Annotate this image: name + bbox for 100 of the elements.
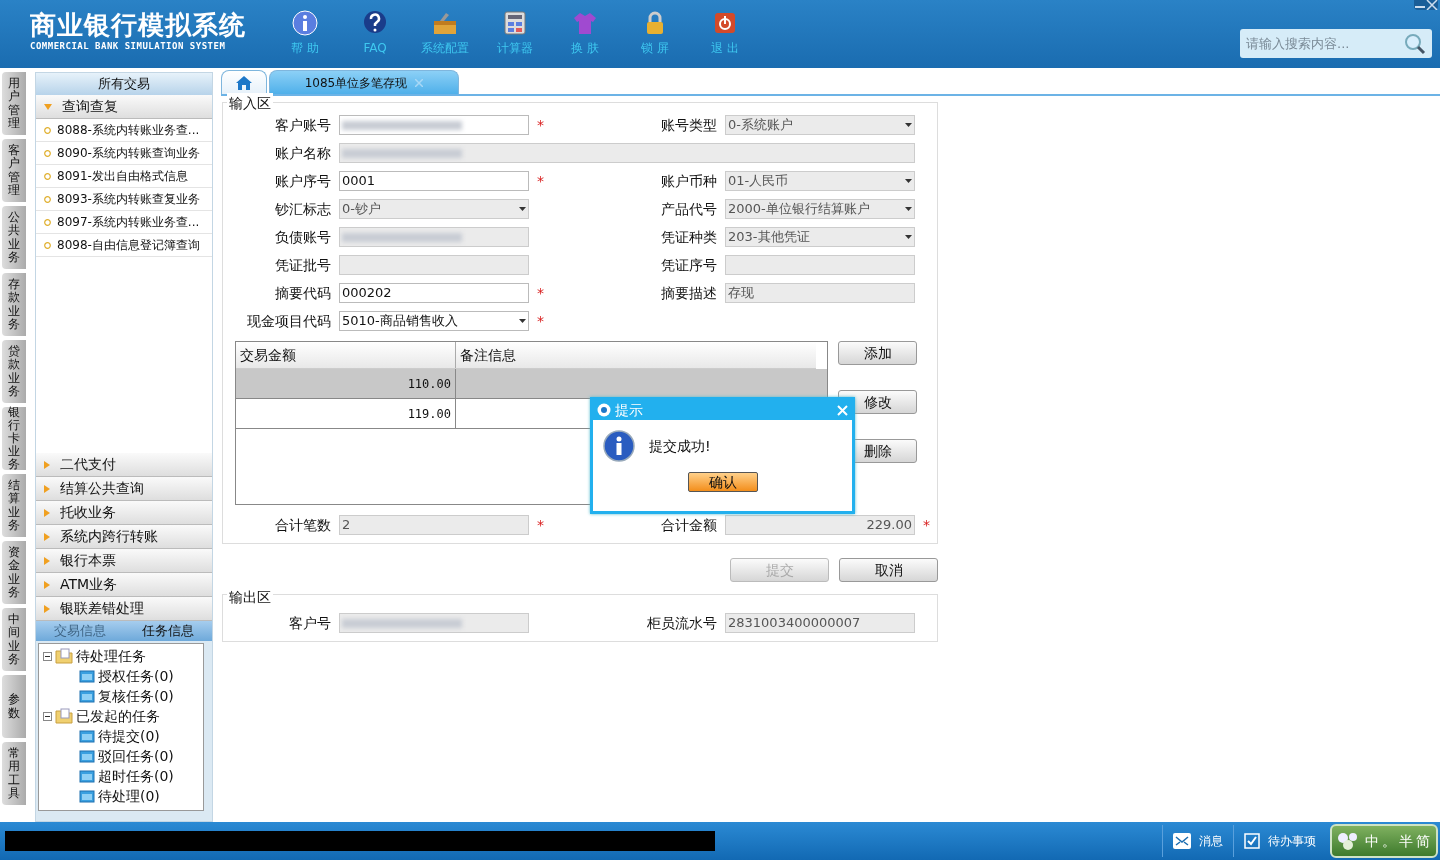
caret-right-icon	[44, 532, 50, 541]
field-label: 账户序号	[274, 171, 331, 191]
menu-item[interactable]: 8090-系统内转账查询业务	[36, 142, 212, 165]
side-tab[interactable]: 中间业务	[2, 608, 26, 671]
tree-item[interactable]: 超时任务(0)	[98, 765, 174, 787]
field-label: 现金项目代码	[246, 311, 331, 331]
side-tab[interactable]: 参数	[2, 675, 26, 738]
page-tab[interactable]: 1085单位多笔存现	[269, 70, 459, 94]
field-label: 凭证种类	[660, 227, 717, 247]
menu-item[interactable]: 8098-自由信息登记簿查询	[36, 234, 212, 257]
input-field[interactable]	[339, 115, 529, 135]
power-icon	[712, 10, 738, 36]
dialog-title: 提示	[615, 400, 643, 420]
field-label: 凭证批号	[274, 255, 331, 275]
collapse-icon[interactable]	[43, 711, 52, 721]
app-logo-icon	[597, 403, 611, 417]
required-mark: *	[537, 515, 545, 535]
help-icon	[362, 10, 388, 36]
menu-group[interactable]: 银联差错处理	[36, 597, 212, 621]
menu-group[interactable]: 托收业务	[36, 501, 212, 525]
menu-item[interactable]: 8088-系统内转账业务查...	[36, 119, 212, 142]
caret-right-icon	[44, 460, 50, 469]
bullet-icon	[44, 218, 51, 226]
menu-group[interactable]: 银行本票	[36, 549, 212, 573]
app-subtitle: COMMERCIAL BANK SIMULATION SYSTEM	[30, 40, 227, 53]
tree-item[interactable]: 授权任务(0)	[98, 665, 174, 687]
caret-down-icon	[44, 103, 52, 110]
side-tab[interactable]: 贷款业务	[2, 340, 26, 403]
side-tab[interactable]: 资金业务	[2, 541, 26, 604]
bullet-icon	[44, 195, 51, 203]
required-mark: *	[537, 171, 545, 191]
side-tab[interactable]: 用户管理	[2, 72, 26, 135]
menu-item[interactable]: 8093-系统内转账查复业务	[36, 188, 212, 211]
field-label: 摘要描述	[660, 283, 717, 303]
close-icon[interactable]	[1426, 0, 1438, 10]
folder-icon	[79, 749, 95, 763]
ime-indicator[interactable]: 中 。 半 简	[1330, 824, 1438, 858]
search-field[interactable]: 请输入搜索内容...	[1240, 29, 1432, 58]
field-label: 合计笔数	[274, 515, 331, 535]
field-label: 客户号	[288, 613, 331, 633]
input-field[interactable]: 0001	[339, 171, 529, 191]
info-icon	[603, 430, 635, 462]
collapse-icon[interactable]	[43, 651, 52, 661]
panel-tab[interactable]: 任务信息	[124, 621, 212, 641]
field-label: 产品代号	[660, 199, 717, 219]
side-tab[interactable]: 银行卡业务	[2, 407, 26, 470]
tree-item[interactable]: 待处理任务	[76, 645, 146, 667]
mail-icon	[1173, 833, 1191, 849]
field-label: 负债账号	[274, 227, 331, 247]
ime-label: 简	[1416, 831, 1430, 851]
field-label: 柜员流水号	[647, 613, 717, 633]
menu-group[interactable]: 结算公共查询	[36, 477, 212, 501]
side-tab[interactable]: 客户管理	[2, 139, 26, 202]
field-label: 钞汇标志	[274, 199, 331, 219]
caret-right-icon	[44, 580, 50, 589]
side-tab[interactable]: 结算业务	[2, 474, 26, 537]
checkbox-icon	[1244, 833, 1260, 849]
grid-row[interactable]: 110.00	[236, 369, 827, 399]
home-tab[interactable]	[221, 70, 267, 94]
menu-group[interactable]: 查询查复	[36, 95, 212, 119]
caret-right-icon	[44, 508, 50, 517]
home-icon	[236, 75, 252, 90]
dropdown-field[interactable]: 5010-商品销售收入	[339, 311, 529, 331]
bullet-icon	[44, 149, 51, 157]
tree-item[interactable]: 复核任务(0)	[98, 685, 174, 707]
field-label: 合计金额	[660, 515, 717, 535]
input-field[interactable]: 000202	[339, 283, 529, 303]
menu-group[interactable]: ATM业务	[36, 573, 212, 597]
field-label: 账号类型	[660, 115, 717, 135]
side-tab[interactable]: 存款业务	[2, 273, 26, 336]
search-input[interactable]: 请输入搜索内容...	[1244, 32, 1404, 55]
search-icon[interactable]	[1404, 32, 1426, 55]
menu-group[interactable]: 系统内跨行转账	[36, 525, 212, 549]
tree-item[interactable]: 待处理(0)	[98, 785, 160, 807]
menu-group[interactable]: 二代支付	[36, 453, 212, 477]
confirm-button[interactable]: 确认	[687, 472, 758, 492]
field-label: 账户名称	[274, 143, 331, 163]
status-item[interactable]: 待办事项	[1233, 825, 1326, 857]
dialog-message: 提交成功!	[649, 436, 711, 456]
required-mark: *	[537, 311, 545, 331]
side-tab[interactable]: 常用工具	[2, 742, 26, 805]
grid-button[interactable]: 添加	[838, 341, 917, 365]
column-header: 备注信息	[459, 345, 517, 365]
ime-label: 半	[1399, 831, 1413, 851]
tree-item[interactable]: 已发起的任务	[76, 705, 160, 727]
required-mark: *	[923, 515, 931, 535]
side-tab[interactable]: 公共业务	[2, 206, 26, 269]
toolbox-icon	[432, 10, 458, 36]
action-button[interactable]: 取消	[839, 558, 938, 582]
tree-item[interactable]: 驳回任务(0)	[98, 745, 174, 767]
folder-icon	[79, 769, 95, 783]
menu-item[interactable]: 8091-发出自由格式信息	[36, 165, 212, 188]
status-item[interactable]: 消息	[1162, 825, 1233, 857]
field-label: 摘要代码	[274, 283, 331, 303]
menu-item[interactable]: 8097-系统内转账业务查...	[36, 211, 212, 234]
tree-item[interactable]: 待提交(0)	[98, 725, 160, 747]
dropdown-arrow-icon[interactable]	[519, 319, 526, 323]
bullet-icon	[44, 241, 51, 249]
folder-icon	[79, 669, 95, 683]
bullet-icon	[44, 172, 51, 180]
